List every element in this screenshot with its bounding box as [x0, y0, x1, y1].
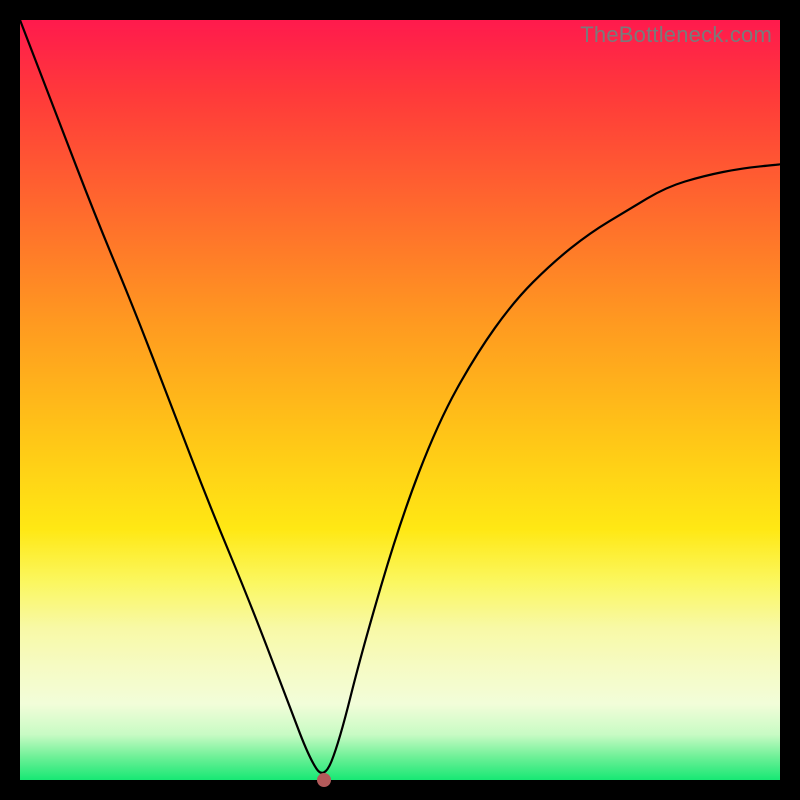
bottleneck-curve-path [20, 20, 780, 773]
chart-stage: TheBottleneck.com [0, 0, 800, 800]
curve-svg [20, 20, 780, 780]
plot-area: TheBottleneck.com [20, 20, 780, 780]
optimum-marker [317, 773, 331, 787]
